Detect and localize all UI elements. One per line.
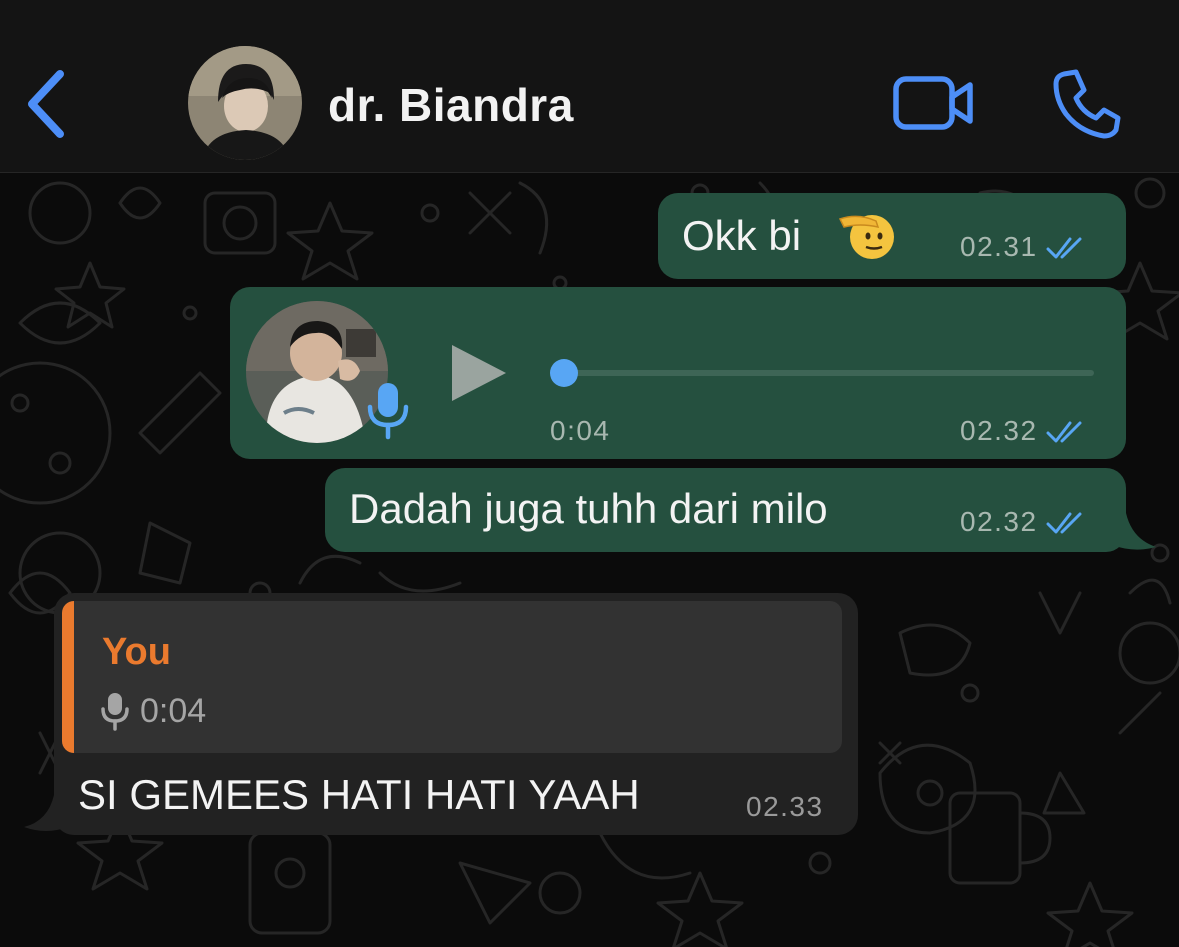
video-camera-icon [893,76,973,130]
reply-accent-bar [62,601,74,753]
bubble-tail [1112,513,1156,550]
voice-duration: 0:04 [550,415,611,446]
message-bubble-outgoing[interactable]: Okk bi 02.31 [658,193,1126,279]
voice-message-bubble[interactable]: 0:04 02.32 [230,287,1126,459]
saluting-face-emoji [838,209,894,266]
audio-progress-track[interactable] [564,370,1094,376]
double-check-icon [1046,421,1082,443]
reply-preview: 0:04 [100,691,206,731]
back-button[interactable] [22,66,74,142]
audio-progress-handle[interactable] [550,359,578,387]
play-icon [452,345,506,401]
chat-header: dr. Biandra [0,0,1179,173]
message-time: 02.33 [746,791,824,822]
message-meta: 02.32 [960,415,1086,447]
reply-preview-text: 0:04 [140,691,207,730]
message-time: 02.31 [960,231,1038,262]
message-text: SI GEMEES HATI HATI YAAH [78,771,640,818]
contact-avatar[interactable] [188,46,302,160]
message-bubble-outgoing[interactable]: Dadah juga tuhh dari milo 02.32 [325,468,1126,552]
play-button[interactable] [448,341,510,410]
phone-icon [1053,69,1121,139]
double-check-icon [1046,512,1082,534]
contact-name[interactable]: dr. Biandra [328,78,574,132]
reply-quote[interactable]: You 0:04 [62,601,842,753]
message-time: 02.32 [960,506,1038,537]
bubble-tail [24,795,68,831]
chevron-left-icon [28,70,64,138]
voice-call-button[interactable] [1050,66,1122,140]
chat-area[interactable]: Okk bi 02.31 0:04 02.32 Dadah juga tuhh … [0,173,1179,947]
microphone-icon [366,379,410,446]
microphone-icon [101,693,129,731]
message-text: Dadah juga tuhh dari milo [349,485,828,532]
video-call-button[interactable] [890,70,978,136]
double-check-icon [1046,237,1082,259]
reply-author: You [102,631,171,673]
message-time: 02.32 [960,415,1038,446]
message-text: Okk bi [682,212,802,259]
message-meta: 02.31 [960,231,1086,263]
message-bubble-incoming[interactable]: You 0:04 SI GEMEES HATI HATI YAAH 02.33 [54,593,858,835]
message-meta: 02.33 [746,791,824,823]
message-meta: 02.32 [960,506,1086,538]
